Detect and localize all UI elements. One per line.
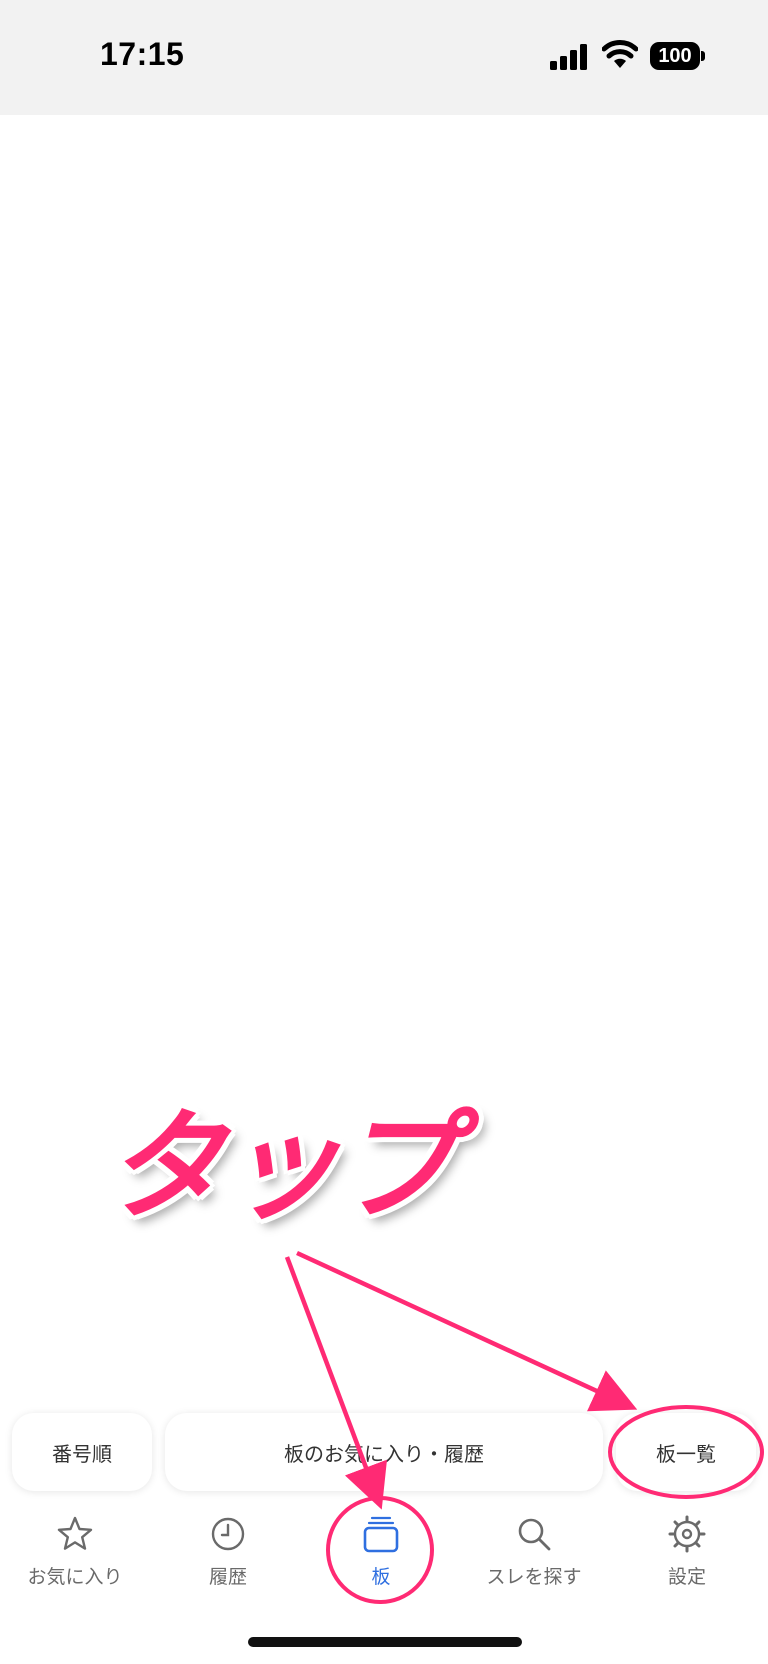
tab-find-threads-label: スレを探す <box>486 1566 582 1588</box>
signal-icon <box>550 44 587 70</box>
tab-board-label: 板 <box>371 1566 391 1588</box>
tap-annotation-text: タップ <box>105 1098 457 1237</box>
gear-icon <box>668 1515 706 1553</box>
tab-history-label: 履歴 <box>208 1566 247 1588</box>
clock-icon <box>211 1517 245 1551</box>
status-bar: 17:15 100 <box>0 0 768 115</box>
status-time: 17:15 <box>100 36 185 72</box>
search-icon <box>518 1518 551 1551</box>
tab-board[interactable]: 板 <box>306 1500 456 1600</box>
tab-history[interactable]: 履歴 <box>153 1500 303 1600</box>
board-list-button[interactable]: 板一覧 <box>616 1413 756 1491</box>
board-favorites-history-button[interactable]: 板のお気に入り・履歴 <box>165 1413 603 1491</box>
board-stack-icon <box>363 1516 399 1553</box>
star-icon <box>57 1516 93 1550</box>
tab-find-threads[interactable]: スレを探す <box>459 1500 609 1600</box>
tab-settings[interactable]: 設定 <box>612 1500 762 1600</box>
tab-bar: お気に入り 履歴 板 スレを探す 設定 <box>0 1500 768 1600</box>
battery-icon: 100 <box>650 42 705 70</box>
tab-settings-label: 設定 <box>667 1566 706 1588</box>
battery-level: 100 <box>650 42 700 70</box>
tab-favorites-label: お気に入り <box>27 1566 123 1588</box>
sort-order-label: 番号順 <box>52 1441 112 1466</box>
tab-favorites[interactable]: お気に入り <box>0 1500 150 1600</box>
wifi-icon <box>602 40 638 68</box>
sort-order-button[interactable]: 番号順 <box>12 1413 152 1491</box>
home-indicator[interactable] <box>248 1637 522 1647</box>
board-list-label: 板一覧 <box>656 1441 716 1466</box>
board-favorites-history-label: 板のお気に入り・履歴 <box>284 1441 484 1466</box>
